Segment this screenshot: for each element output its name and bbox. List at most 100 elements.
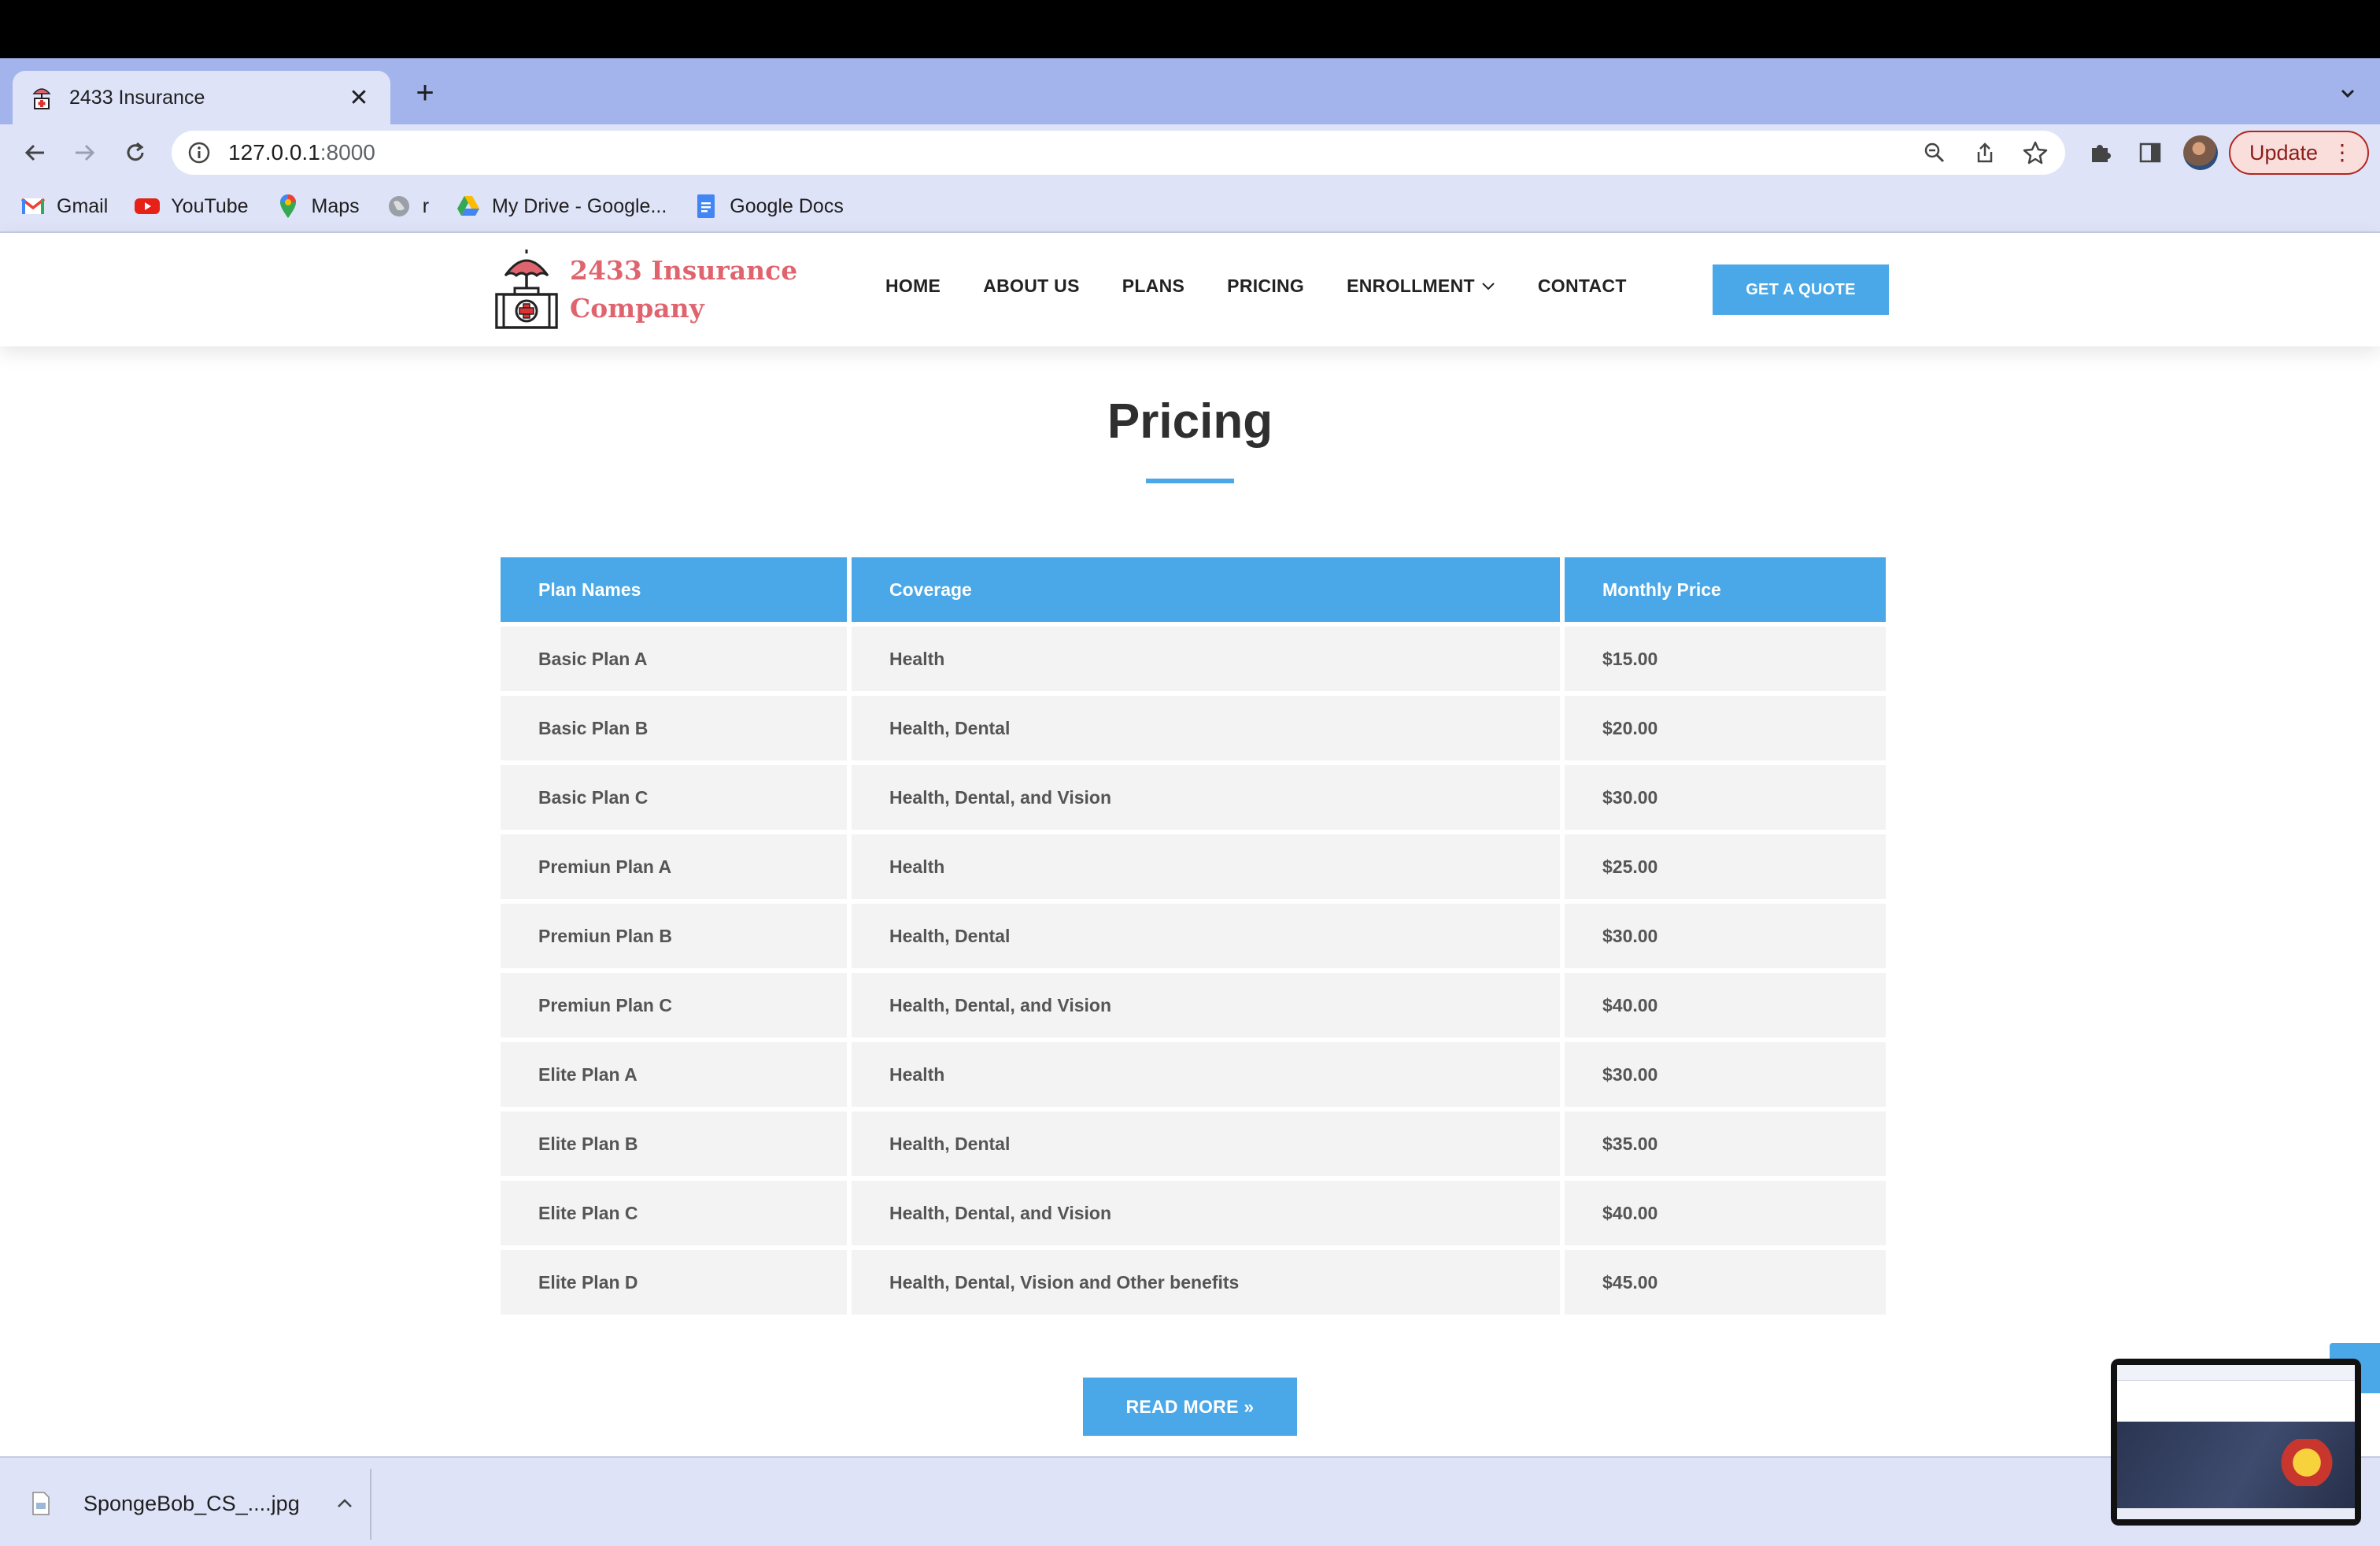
bookmark-maps[interactable]: Maps bbox=[275, 194, 360, 219]
logo-line-2: Company bbox=[570, 293, 704, 324]
coverage-cell: Health bbox=[852, 834, 1560, 899]
bookmark-label: YouTube bbox=[171, 194, 249, 217]
bookmark-r[interactable]: r bbox=[386, 194, 429, 219]
nav-home[interactable]: HOME bbox=[885, 276, 941, 297]
table-row: Basic Plan C Health, Dental, and Vision … bbox=[501, 765, 1886, 830]
google-drive-icon bbox=[456, 194, 481, 219]
thumbnail-header bbox=[2117, 1365, 2355, 1381]
browser-tab[interactable]: 2433 Insurance ✕ bbox=[13, 71, 390, 124]
bookmark-google-docs[interactable]: Google Docs bbox=[693, 194, 844, 219]
price-cell: $45.00 bbox=[1565, 1250, 1886, 1315]
thumbnail-stats bbox=[2117, 1381, 2355, 1422]
zoom-icon[interactable] bbox=[1920, 139, 1949, 167]
download-file-name: SpongeBob_CS_....jpg bbox=[83, 1491, 300, 1515]
table-row: Basic Plan A Health $15.00 bbox=[501, 627, 1886, 691]
back-arrow-icon[interactable] bbox=[17, 135, 52, 170]
price-cell: $15.00 bbox=[1565, 627, 1886, 691]
get-a-quote-button[interactable]: GET A QUOTE bbox=[1713, 264, 1889, 315]
site-header: 2433 Insurance Company HOME ABOUT US PLA… bbox=[0, 233, 2380, 346]
browser-toolbar: 127.0.0.1 :8000 Update ⋮ bbox=[0, 124, 2380, 181]
site-logo[interactable]: 2433 Insurance Company bbox=[494, 249, 797, 329]
plan-name-cell: Basic Plan A bbox=[501, 627, 847, 691]
header-coverage: Coverage bbox=[852, 557, 1560, 622]
more-menu-icon[interactable]: ⋮ bbox=[2331, 142, 2353, 164]
share-icon[interactable] bbox=[1971, 139, 1999, 167]
bookmark-label: Gmail bbox=[57, 194, 109, 217]
extensions-puzzle-icon[interactable] bbox=[2084, 137, 2116, 168]
nav-plans[interactable]: PLANS bbox=[1122, 276, 1184, 297]
table-row: Elite Plan B Health, Dental $35.00 bbox=[501, 1111, 1886, 1176]
bookmark-label: r bbox=[422, 194, 430, 217]
table-row: Elite Plan C Health, Dental, and Vision … bbox=[501, 1181, 1886, 1245]
plan-name-cell: Elite Plan C bbox=[501, 1181, 847, 1245]
bookmark-label: Maps bbox=[311, 194, 360, 217]
coverage-cell: Health, Dental, and Vision bbox=[852, 765, 1560, 830]
bookmark-gmail[interactable]: Gmail bbox=[20, 194, 108, 219]
screenshot-thumbnail[interactable] bbox=[2111, 1359, 2361, 1526]
youtube-icon bbox=[135, 194, 161, 219]
image-file-icon bbox=[32, 1492, 50, 1515]
side-panel-icon[interactable] bbox=[2134, 137, 2166, 168]
logo-text: 2433 Insurance Company bbox=[570, 252, 797, 327]
table-row: Basic Plan B Health, Dental $20.00 bbox=[501, 696, 1886, 760]
bookmark-google-drive[interactable]: My Drive - Google... bbox=[456, 194, 667, 219]
nav-enrollment-label: ENROLLMENT bbox=[1347, 276, 1475, 296]
coverage-cell: Health, Dental bbox=[852, 696, 1560, 760]
plan-name-cell: Elite Plan D bbox=[501, 1250, 847, 1315]
plan-name-cell: Basic Plan C bbox=[501, 765, 847, 830]
downloads-bar: SpongeBob_CS_....jpg bbox=[0, 1456, 2380, 1546]
nav-contact[interactable]: CONTACT bbox=[1538, 276, 1627, 297]
coverage-cell: Health, Dental, and Vision bbox=[852, 973, 1560, 1037]
plan-name-cell: Elite Plan B bbox=[501, 1111, 847, 1176]
nav-pricing[interactable]: PRICING bbox=[1227, 276, 1304, 297]
title-underline bbox=[1146, 479, 1234, 483]
main-nav: HOME ABOUT US PLANS PRICING ENROLLMENT C… bbox=[885, 276, 1669, 297]
umbrella-first-aid-kit-icon bbox=[495, 250, 558, 329]
close-tab-icon[interactable]: ✕ bbox=[345, 84, 373, 112]
table-row: Elite Plan A Health $30.00 bbox=[501, 1042, 1886, 1107]
address-bar[interactable]: 127.0.0.1 :8000 bbox=[172, 131, 2065, 175]
coverage-cell: Health bbox=[852, 627, 1560, 691]
coverage-cell: Health, Dental, and Vision bbox=[852, 1181, 1560, 1245]
system-top-bar bbox=[0, 0, 2380, 58]
header-plan-names: Plan Names bbox=[501, 557, 847, 622]
new-tab-icon[interactable]: + bbox=[409, 77, 441, 109]
update-button[interactable]: Update ⋮ bbox=[2229, 131, 2369, 175]
bookmark-label: My Drive - Google... bbox=[492, 194, 667, 217]
price-cell: $30.00 bbox=[1565, 765, 1886, 830]
browser-tab-strip: 2433 Insurance ✕ + bbox=[0, 58, 2380, 124]
url-port: :8000 bbox=[320, 140, 375, 165]
read-more-button[interactable]: READ MORE » bbox=[1083, 1378, 1297, 1436]
update-label: Update bbox=[2249, 140, 2319, 165]
coverage-cell: Health, Dental bbox=[852, 1111, 1560, 1176]
download-item[interactable]: SpongeBob_CS_....jpg bbox=[31, 1478, 353, 1529]
price-cell: $35.00 bbox=[1565, 1111, 1886, 1176]
insurance-favicon-icon bbox=[30, 86, 54, 109]
tab-title: 2433 Insurance bbox=[69, 86, 205, 109]
reload-icon[interactable] bbox=[118, 135, 153, 170]
url-host: 127.0.0.1 bbox=[228, 140, 320, 165]
nav-enrollment[interactable]: ENROLLMENT bbox=[1347, 276, 1495, 297]
plan-name-cell: Premiun Plan A bbox=[501, 834, 847, 899]
thumbnail-image bbox=[2279, 1439, 2334, 1486]
bookmark-youtube[interactable]: YouTube bbox=[135, 194, 249, 219]
forward-arrow-icon[interactable] bbox=[68, 135, 102, 170]
tab-search-chevron-icon[interactable] bbox=[2336, 82, 2360, 105]
profile-avatar[interactable] bbox=[2183, 135, 2218, 170]
price-cell: $40.00 bbox=[1565, 973, 1886, 1037]
logo-line-1: 2433 Insurance bbox=[570, 255, 798, 286]
bookmark-label: Google Docs bbox=[730, 194, 844, 217]
pricing-table: Plan Names Coverage Monthly Price Basic … bbox=[496, 553, 1890, 1319]
nav-about-us[interactable]: ABOUT US bbox=[983, 276, 1080, 297]
site-info-icon[interactable] bbox=[187, 141, 211, 165]
price-cell: $25.00 bbox=[1565, 834, 1886, 899]
thumbnail-footer bbox=[2117, 1508, 2355, 1519]
bookmarks-bar: Gmail YouTube Maps r My Drive - Google..… bbox=[0, 181, 2380, 233]
chevron-up-icon[interactable] bbox=[336, 1498, 353, 1509]
price-cell: $30.00 bbox=[1565, 1042, 1886, 1107]
thumbnail-preview bbox=[2117, 1365, 2355, 1519]
bookmark-star-icon[interactable] bbox=[2021, 139, 2049, 167]
table-row: Elite Plan D Health, Dental, Vision and … bbox=[501, 1250, 1886, 1315]
plan-name-cell: Premiun Plan C bbox=[501, 973, 847, 1037]
plan-name-cell: Elite Plan A bbox=[501, 1042, 847, 1107]
